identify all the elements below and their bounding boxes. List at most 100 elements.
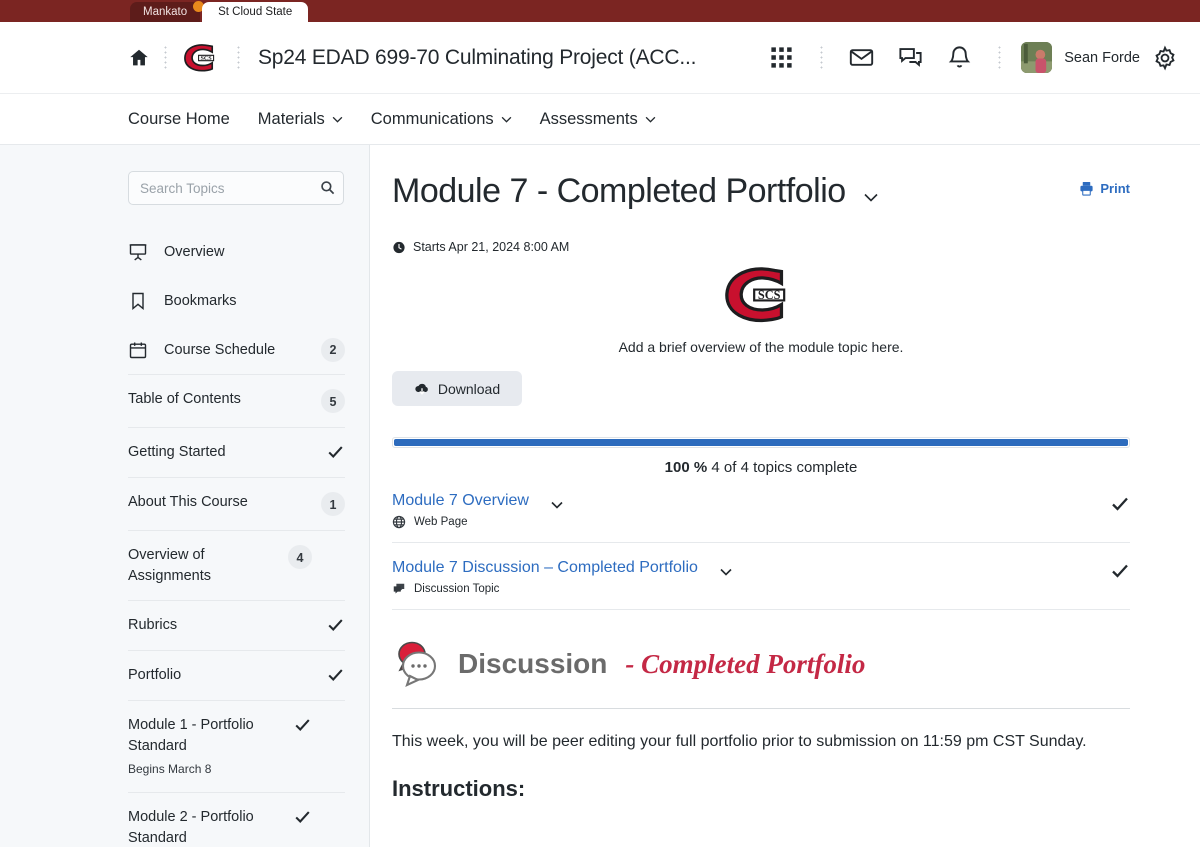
bookmark-icon [132,292,144,310]
instructions-heading: Instructions: [392,775,526,801]
search-icon[interactable] [320,180,335,195]
header-actions: Sean Forde [757,42,1182,73]
sidebar-item-label: About This Course [128,494,248,510]
topic-details: Module 7 Discussion – Completed Portfoli… [392,559,1110,596]
sidebar-item-label: Getting Started [128,444,226,460]
header-divider-4 [998,44,1002,71]
calendar-icon [129,342,147,358]
discussion-icon [393,584,405,594]
progress-percent: 100 % [664,459,708,477]
topic-type-row: Web Page [392,515,1110,529]
envelope-icon[interactable] [848,44,875,71]
sidebar-item-subtitle: Begins March 8 [128,762,212,777]
sidebar-item-badge: 5 [321,389,345,413]
avatar[interactable] [1021,42,1053,73]
download-button[interactable]: Download [392,371,522,407]
check-icon [295,811,310,824]
printer-icon [1080,181,1093,196]
sidebar-item-label: Table of Contents [128,391,241,407]
sidebar-item-course-schedule[interactable]: Course Schedule 2 [128,325,345,374]
check-icon [328,619,343,632]
sidebar-item-bookmarks[interactable]: Bookmarks [128,276,345,325]
discussion-divider [392,708,1130,710]
topic-link[interactable]: Module 7 Discussion – Completed Portfoli… [392,559,698,577]
sidebar-item-portfolio[interactable]: Portfolio [128,650,345,700]
search-topics-wrapper [128,171,345,205]
bell-icon[interactable] [946,44,973,71]
nav-course-home[interactable]: Course Home [128,110,230,129]
nav-label: Course Home [128,109,230,128]
discussion-body-text: This week, you will be peer editing your… [392,733,1087,751]
cloud-download-icon [415,383,428,395]
nav-materials[interactable]: Materials [258,110,343,129]
sidebar-item-label: Rubrics [128,617,178,634]
topic-row[interactable]: Module 7 Discussion – Completed Portfoli… [392,543,1130,611]
progress-summary: 100 % 4 of 4 topics complete [392,459,1130,476]
sidebar-item-overview-of-assignments[interactable]: Overview of Assignments 4 [128,530,345,600]
sidebar-item-getting-started[interactable]: Getting Started [128,427,345,477]
sidebar-item-label: Module 2 - Portfolio Standard [128,809,254,846]
header-divider-1 [164,44,167,71]
sidebar-item-overview[interactable]: Overview [128,227,345,276]
sidebar-item-rubrics[interactable]: Rubrics [128,600,345,650]
search-input[interactable] [128,171,344,205]
check-icon [295,719,310,732]
sidebar-item-table-of-contents[interactable]: Table of Contents 5 [128,374,345,427]
sidebar-item-module-2-portfolio-standard[interactable]: Module 2 - Portfolio Standard [128,792,345,847]
main-content: Module 7 - Completed Portfolio Print Sta… [370,145,1200,847]
browser-chrome: Mankato St Cloud State [0,0,1200,22]
topic-header: Module 7 Overview [392,492,1110,510]
chevron-down-icon[interactable] [864,193,878,202]
clock-icon [393,242,405,254]
sidebar-item-title: Module 1 - Portfolio Standard [128,717,254,754]
check-icon [1112,565,1128,579]
sidebar-item-module-1-portfolio-standard[interactable]: Module 1 - Portfolio Standard Begins Mar… [128,700,345,792]
nav-label: Assessments [539,109,638,128]
sidebar-item-badge: 2 [321,337,345,362]
nav-communications[interactable]: Communications [371,110,512,129]
title-row: Module 7 - Completed Portfolio Print [392,172,1130,210]
topic-header: Module 7 Discussion – Completed Portfoli… [392,559,1110,577]
chevron-down-icon[interactable] [551,501,563,510]
waffle-grid-icon[interactable] [768,44,795,71]
svg-text:SCS: SCS [758,288,781,302]
chevron-down-icon [332,116,343,123]
topic-link[interactable]: Module 7 Overview [392,492,529,510]
sidebar-item-about-this-course[interactable]: About This Course 1 [128,477,345,530]
user-name[interactable]: Sean Forde [1064,50,1140,66]
progress-bar [392,437,1130,449]
sidebar: Overview Bookmarks Course Schedule 2 Tab… [0,145,370,847]
nav-assessments[interactable]: Assessments [540,110,656,129]
gear-icon[interactable] [1152,45,1178,71]
avatar-image [1021,42,1053,73]
topic-row[interactable]: Module 7 Overview Web Page [392,476,1130,544]
check-icon [328,446,343,459]
topic-type-label: Web Page [414,516,468,529]
scsu-husky-c-logo[interactable]: SCS [181,43,223,73]
browser-tab-label: St Cloud State [218,6,293,18]
header-divider-2 [237,44,240,71]
page-body: Overview Bookmarks Course Schedule 2 Tab… [0,145,1200,847]
scsu-husky-c-logo: SCS [725,267,786,323]
start-date-row: Starts Apr 21, 2024 8:00 AM [392,240,1130,254]
speech-bubbles-icon [398,642,437,688]
home-icon[interactable] [128,47,150,69]
nav-label: Communications [370,109,494,128]
chat-icon[interactable] [897,44,924,71]
course-navbar: Course Home Materials Communications Ass… [0,94,1200,145]
chevron-down-icon [645,116,656,123]
nav-label: Materials [257,109,325,128]
chevron-down-icon[interactable] [720,568,732,577]
check-icon [328,669,343,682]
print-label: Print [1100,181,1130,196]
start-date-text: Starts Apr 21, 2024 8:00 AM [413,240,570,255]
browser-tab-label: Mankato [143,6,188,18]
course-title[interactable]: Sp24 EDAD 699-70 Culminating Project (AC… [258,46,696,70]
browser-tab-mankato[interactable]: Mankato [130,1,205,22]
progress-topics-count: 4 of 4 topics complete [711,459,858,477]
print-button[interactable]: Print [1079,173,1130,196]
sidebar-item-label: Course Schedule [164,341,276,358]
topic-type-row: Discussion Topic [392,582,1110,596]
globe-icon [392,516,406,529]
browser-tab-st-cloud-state[interactable]: St Cloud State [202,2,309,22]
